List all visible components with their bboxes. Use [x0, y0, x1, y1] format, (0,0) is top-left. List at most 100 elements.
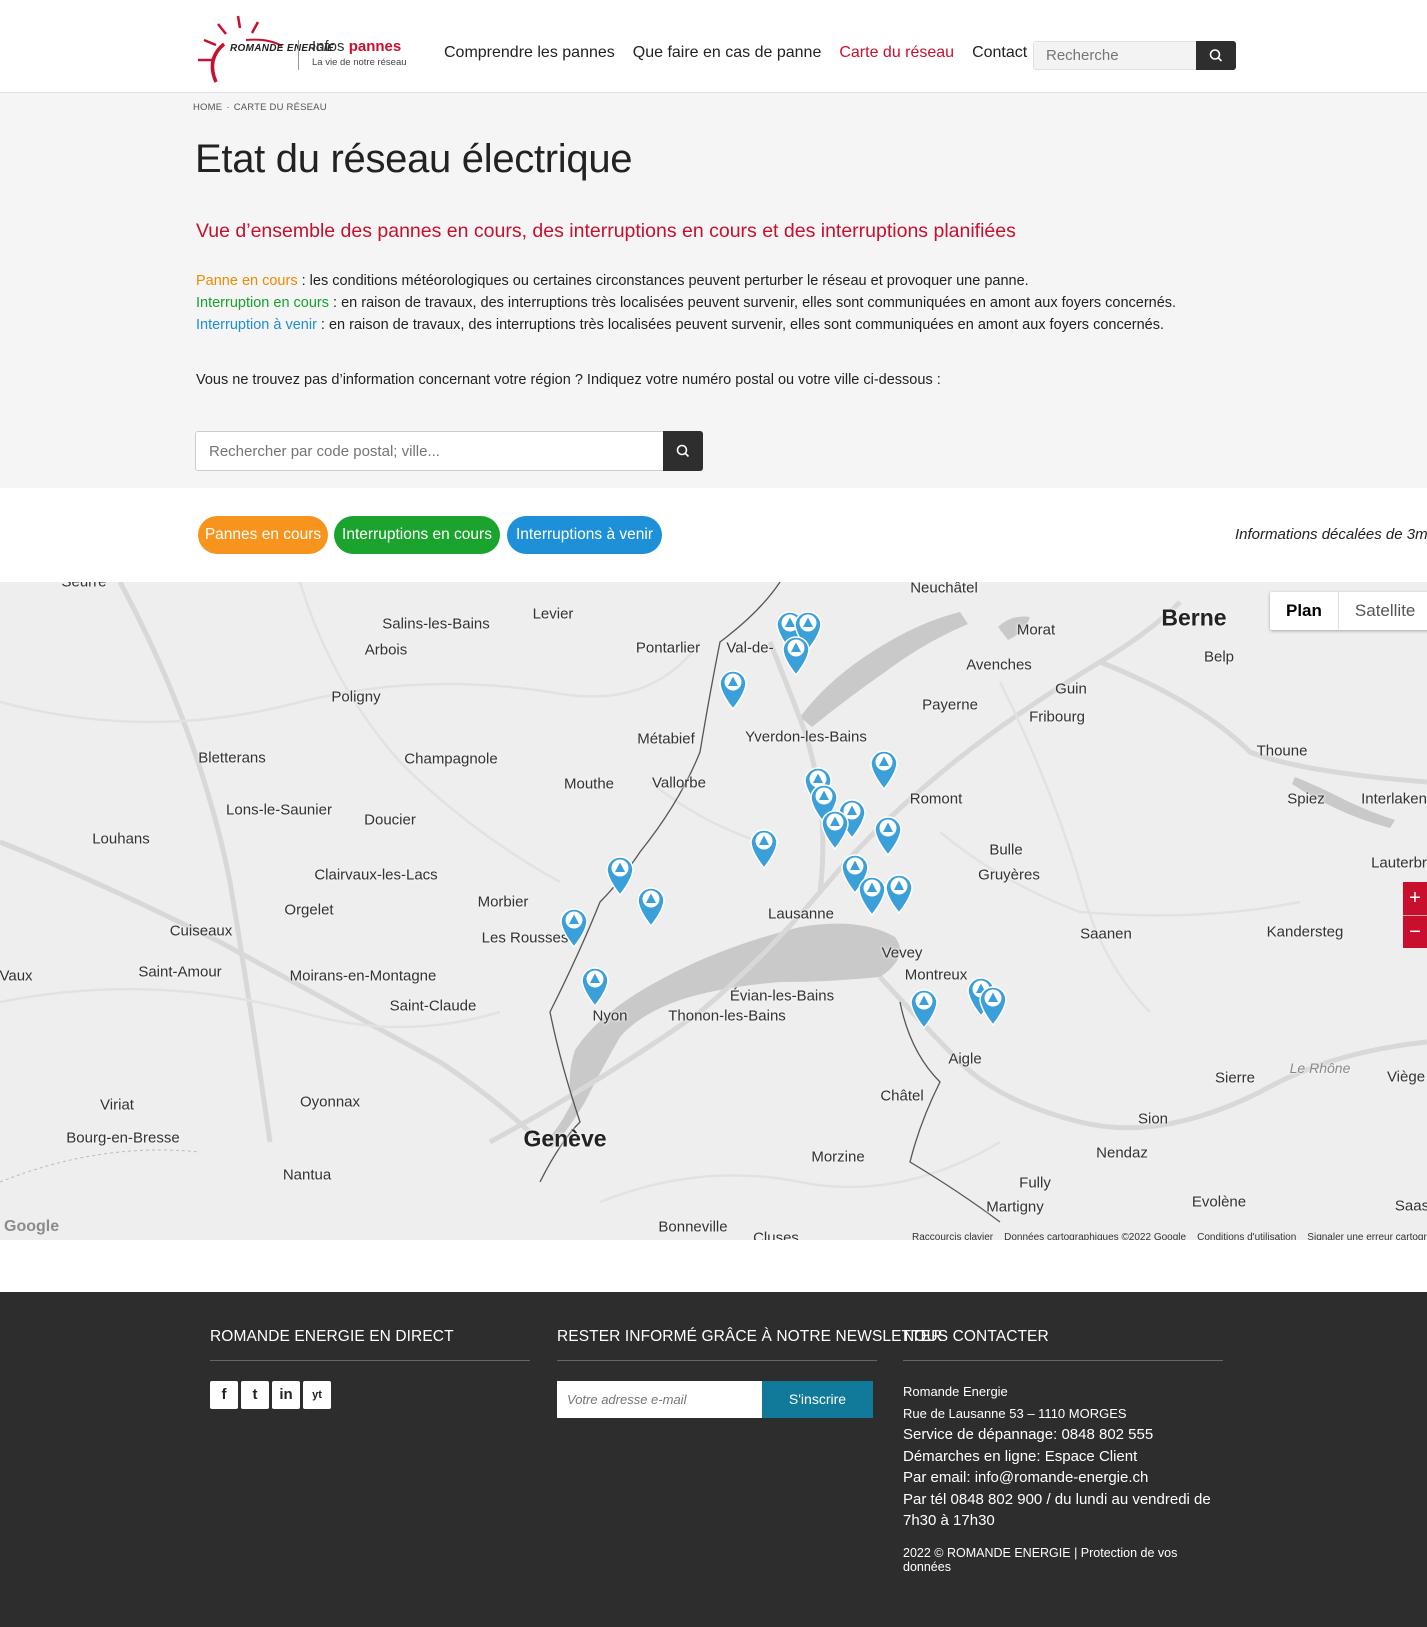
filter-pannes-button[interactable]: Pannes en cours [198, 516, 328, 554]
place-orgelet: Orgelet [284, 901, 334, 919]
map-type-satellite-button[interactable]: Satellite [1339, 592, 1427, 630]
outage-marker-icon[interactable] [580, 963, 610, 1007]
newsletter-email-input[interactable] [557, 1381, 762, 1418]
contact-email[interactable]: Par email: info@romande-energie.ch [903, 1467, 1223, 1489]
place-clairvaux: Clairvaux-les-Lacs [314, 866, 438, 884]
place-payerne: Payerne [922, 696, 978, 714]
place-bletterans: Bletterans [198, 749, 266, 767]
legend-a-venir-text: : en raison de travaux, des interruption… [316, 317, 1164, 333]
twitter-icon[interactable]: t [241, 1381, 269, 1409]
place-poligny: Poligny [331, 688, 381, 706]
place-morbier: Morbier [477, 893, 529, 911]
keyboard-shortcuts-link[interactable]: Raccourcis clavier [912, 1232, 993, 1240]
main-nav: Comprendre les pannes Que faire en cas d… [444, 44, 1027, 62]
outage-marker-icon[interactable] [820, 806, 850, 850]
footer-contact: NOUS CONTACTER Romande Energie Rue de La… [903, 1328, 1223, 1574]
filter-a-venir-button[interactable]: Interruptions à venir [507, 516, 662, 554]
legend-panne-text: : les conditions météorologiques ou cert… [297, 273, 1029, 289]
footer-direct-title: ROMANDE ENERGIE EN DIRECT [210, 1328, 530, 1361]
youtube-icon[interactable]: yt [303, 1381, 331, 1409]
map-type-plan-button[interactable]: Plan [1270, 592, 1339, 630]
outage-marker-icon[interactable] [749, 825, 779, 869]
breadcrumb: HOME · CARTE DU RÉSEAU [193, 102, 331, 113]
outage-marker-icon[interactable] [884, 870, 914, 914]
outage-marker-icon[interactable] [559, 904, 589, 948]
place-levier: Levier [532, 605, 574, 623]
outage-marker-icon[interactable] [605, 852, 635, 896]
contact-service[interactable]: Service de dépannage: 0848 802 555 [903, 1424, 1223, 1446]
nav-comprendre[interactable]: Comprendre les pannes [444, 44, 615, 62]
place-doucier: Doucier [364, 811, 416, 829]
place-salins: Salins-les-Bains [382, 615, 490, 633]
outage-marker-icon[interactable] [857, 872, 887, 916]
place-viege: Viège [1386, 1068, 1426, 1086]
nav-carte[interactable]: Carte du réseau [839, 44, 954, 62]
logo[interactable]: ROMANDE ENERGIE Infos pannes La vie de n… [196, 10, 416, 84]
outage-marker-icon[interactable] [636, 883, 666, 927]
network-map[interactable]: Seurre Levier Salins-les-Bains Arbois Po… [0, 582, 1427, 1240]
place-saintclaude: Saint-Claude [389, 997, 477, 1015]
breadcrumb-separator: · [226, 102, 230, 113]
zip-search [195, 431, 703, 471]
outage-marker-icon[interactable] [978, 982, 1008, 1026]
site-header: ROMANDE ENERGIE Infos pannes La vie de n… [0, 0, 1427, 93]
nav-que-faire[interactable]: Que faire en cas de panne [633, 44, 822, 62]
place-viriat: Viriat [100, 1096, 134, 1114]
place-rousses: Les Rousses [481, 929, 569, 947]
contact-address: Rue de Lausanne 53 – 1110 MORGES [903, 1405, 1127, 1421]
status-legend: Panne en cours : les conditions météorol… [196, 270, 1176, 336]
header-search-input[interactable] [1034, 42, 1196, 69]
footer-direct: ROMANDE ENERGIE EN DIRECT f t in yt [210, 1328, 530, 1409]
place-romont: Romont [909, 790, 963, 808]
outage-marker-icon[interactable] [873, 812, 903, 856]
terms-link[interactable]: Conditions d'utilisation [1197, 1232, 1296, 1240]
place-lausanne: Lausanne [768, 905, 834, 923]
place-cluses: Cluses [753, 1229, 799, 1241]
place-evian: Évian-les-Bains [729, 987, 835, 1005]
place-mouthe: Mouthe [563, 775, 615, 793]
place-bulle: Bulle [989, 841, 1023, 859]
zip-search-input[interactable] [196, 432, 661, 470]
footer-newsletter: RESTER INFORMÉ GRÂCE À NOTRE NEWSLETTER … [557, 1328, 942, 1418]
legend-interruption: Interruption en cours : en raison de tra… [196, 292, 1176, 314]
contact-online[interactable]: Démarches en ligne: Espace Client [903, 1446, 1223, 1468]
outage-marker-icon[interactable] [909, 985, 939, 1029]
place-fribourg: Fribourg [1029, 708, 1085, 726]
contact-details: Romande Energie Rue de Lausanne 53 – 111… [903, 1381, 1223, 1532]
contact-company: Romande Energie [903, 1384, 1008, 1399]
contact-phone[interactable]: Par tél 0848 802 900 / du lundi au vendr… [903, 1489, 1223, 1532]
map-filters: Pannes en cours Interruptions en cours I… [0, 488, 1427, 582]
legend-a-venir-term: Interruption à venir [196, 317, 317, 333]
place-lons: Lons-le-Saunier [226, 801, 332, 819]
place-pontarlier: Pontarlier [635, 639, 701, 657]
place-kandersteg: Kandersteg [1266, 923, 1344, 941]
social-links: f t in yt [210, 1381, 530, 1409]
place-nyon: Nyon [592, 1007, 628, 1025]
place-thoune: Thoune [1256, 742, 1308, 760]
breadcrumb-home[interactable]: HOME [193, 102, 222, 113]
place-gruyeres: Gruyères [978, 866, 1040, 884]
delay-note: Informations décalées de 3min [1235, 526, 1427, 543]
filter-interruptions-button[interactable]: Interruptions en cours [334, 516, 500, 554]
place-saas: Saas [1394, 1197, 1427, 1215]
place-avenches: Avenches [966, 656, 1032, 674]
place-morzine: Morzine [811, 1148, 865, 1166]
zoom-in-button[interactable]: + [1403, 882, 1427, 915]
subscribe-button[interactable]: S'inscrire [762, 1381, 873, 1418]
zoom-out-button[interactable]: − [1403, 915, 1427, 948]
linkedin-icon[interactable]: in [272, 1381, 300, 1409]
outage-marker-icon[interactable] [869, 746, 899, 790]
google-logo[interactable]: Google [4, 1218, 59, 1236]
logo-divider [298, 40, 299, 70]
facebook-icon[interactable]: f [210, 1381, 238, 1409]
place-arbois: Arbois [364, 641, 408, 659]
report-error-link[interactable]: Signaler une erreur cartographique [1307, 1232, 1427, 1240]
nav-contact[interactable]: Contact [972, 44, 1027, 62]
header-search [1033, 41, 1236, 70]
outage-marker-icon[interactable] [781, 632, 811, 676]
place-neuchatel: Neuchâtel [910, 582, 978, 597]
zip-search-button[interactable] [663, 431, 703, 471]
place-lauterbr: Lauterbr [1371, 854, 1427, 872]
outage-marker-icon[interactable] [718, 666, 748, 710]
header-search-button[interactable] [1196, 41, 1236, 70]
